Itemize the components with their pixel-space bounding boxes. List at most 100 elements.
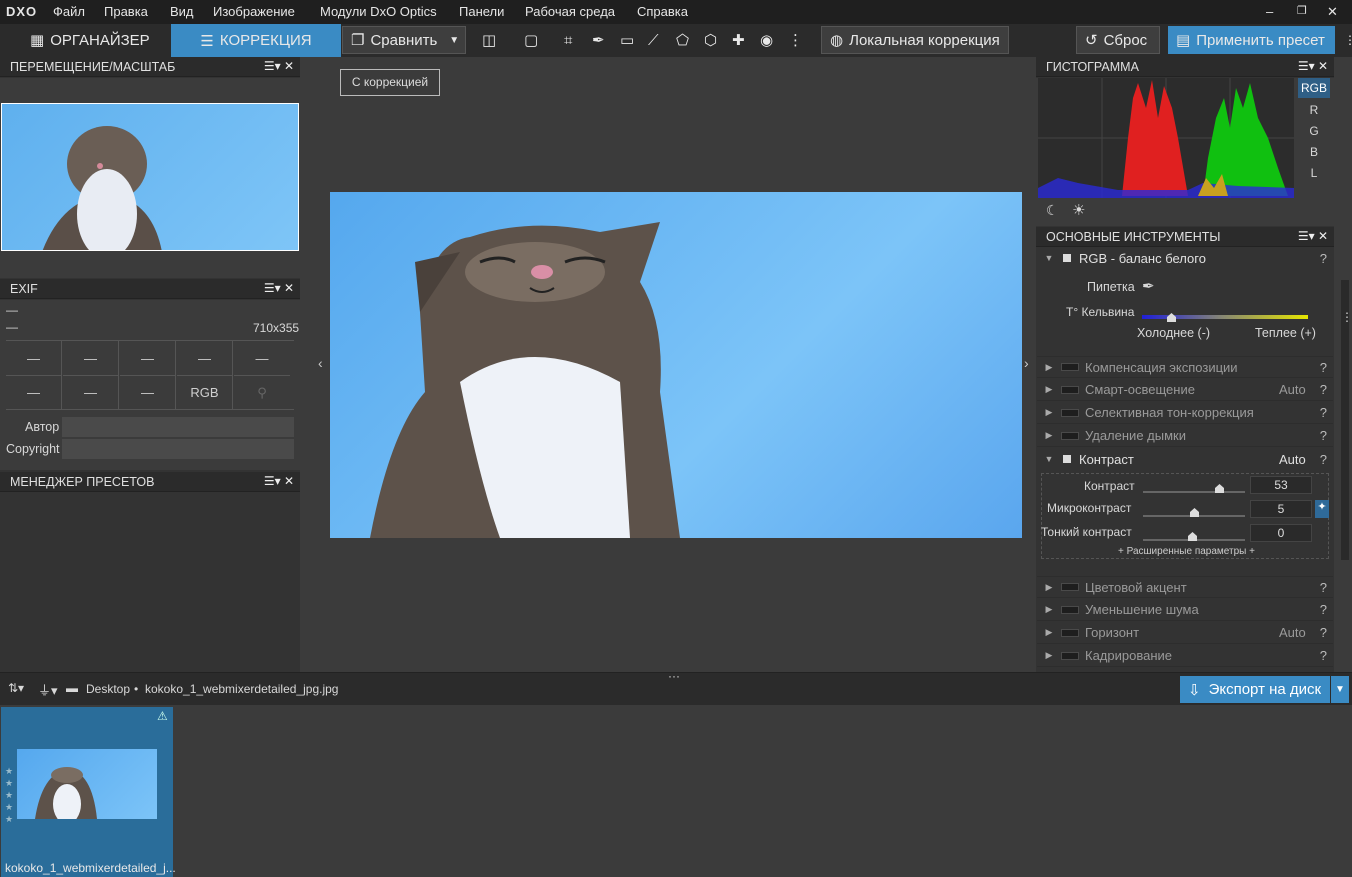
expand-right-icon[interactable]: ▶ xyxy=(1041,582,1057,593)
local-correction-button[interactable]: ◍ Локальная коррекция xyxy=(821,26,1009,54)
expand-down-icon[interactable]: ▼ xyxy=(1041,253,1057,263)
expand-right-icon[interactable]: ▶ xyxy=(1041,604,1057,615)
author-field[interactable] xyxy=(62,417,294,437)
sun-icon[interactable]: ☀ xyxy=(1072,201,1085,219)
panel-controls-icon[interactable]: ☰▾ ✕ xyxy=(264,474,294,488)
expand-right-icon[interactable]: ▶ xyxy=(1041,362,1057,373)
contrast-slider[interactable] xyxy=(1143,491,1245,493)
menu-panels[interactable]: Панели xyxy=(459,4,504,19)
main-photo[interactable] xyxy=(330,192,1022,538)
expand-right-icon[interactable]: ▶ xyxy=(1041,650,1057,661)
apply-preset-button[interactable]: ▤ Применить пресет xyxy=(1168,26,1335,54)
help-icon[interactable]: ? xyxy=(1320,382,1327,397)
restore-icon[interactable]: ❐ xyxy=(1297,4,1307,17)
more-icon[interactable]: ⋮ xyxy=(1336,26,1352,54)
expand-right-icon[interactable]: ▶ xyxy=(1041,384,1057,395)
image-viewer[interactable]: С коррекцией ‹ › xyxy=(302,57,1034,672)
tool-toggle[interactable] xyxy=(1061,363,1079,371)
exposure-row[interactable]: ▶ Компенсация экспозиции ? xyxy=(1037,356,1333,378)
perspective-rect-icon[interactable]: ⬠ xyxy=(668,26,697,54)
filter-icon[interactable]: ⏚▾ xyxy=(38,680,58,699)
organizer-tab[interactable]: ▦ ОРГАНАЙЗЕР xyxy=(22,26,158,54)
help-icon[interactable]: ? xyxy=(1320,251,1327,266)
dehaze-row[interactable]: ▶ Удаление дымки ? xyxy=(1037,425,1333,447)
color-accent-row[interactable]: ▶ Цветовой акцент ? xyxy=(1037,576,1333,598)
reset-button[interactable]: ↺ Сброс xyxy=(1076,26,1160,54)
help-icon[interactable]: ? xyxy=(1320,405,1327,420)
copyright-field[interactable] xyxy=(62,439,294,459)
channel-g[interactable]: G xyxy=(1298,121,1330,141)
help-icon[interactable]: ? xyxy=(1320,452,1327,467)
perspective-8pt-icon[interactable]: ⬡ xyxy=(696,26,725,54)
expand-right-icon[interactable]: ▶ xyxy=(1041,627,1057,638)
auto-wand-icon[interactable]: ✦ xyxy=(1315,500,1329,518)
eyedropper-icon[interactable]: ✒ xyxy=(1142,277,1155,295)
navigator-thumbnail[interactable] xyxy=(1,103,299,251)
help-icon[interactable]: ? xyxy=(1320,580,1327,595)
red-eye-icon[interactable]: ◉ xyxy=(752,26,781,54)
menu-edit[interactable]: Правка xyxy=(104,4,148,19)
contrast-value[interactable]: 53 xyxy=(1250,476,1312,494)
tool-toggle[interactable] xyxy=(1061,431,1079,440)
tool-auto[interactable]: Auto xyxy=(1279,382,1306,397)
collapse-left-icon[interactable]: ‹ xyxy=(318,355,323,371)
perspective-icon[interactable]: ⟋ xyxy=(640,26,667,54)
guides-icon[interactable]: ⋮ xyxy=(780,26,811,54)
contrast-auto[interactable]: Auto xyxy=(1279,452,1306,467)
crop-icon[interactable]: ⌗ xyxy=(556,26,580,54)
tool-toggle[interactable] xyxy=(1061,628,1079,637)
panel-controls-icon[interactable]: ☰▾ ✕ xyxy=(1298,59,1328,73)
tool-toggle[interactable] xyxy=(1061,385,1079,394)
correction-tab[interactable]: ☰ КОРРЕКЦИЯ xyxy=(171,24,341,57)
resize-handle-icon[interactable]: ··· xyxy=(668,669,680,683)
film-thumbnail[interactable]: ⚠ ★ ★ ★ ★ ★ kokoko_1_webmixerdetailed_j... xyxy=(1,707,176,877)
rating-stars-icon[interactable]: ★ ★ ★ ★ ★ xyxy=(5,765,13,825)
smart-lighting-row[interactable]: ▶ Смарт-освещение Auto ? xyxy=(1037,379,1333,401)
selective-tone-row[interactable]: ▶ Селективная тон-коррекция ? xyxy=(1037,402,1333,424)
menu-help[interactable]: Справка xyxy=(637,4,688,19)
path-file[interactable]: kokoko_1_webmixerdetailed_jpg.jpg xyxy=(145,682,338,696)
eyedropper-icon[interactable]: ✒ xyxy=(584,26,613,54)
expand-down-icon[interactable]: ▼ xyxy=(1041,454,1057,464)
horizon-icon[interactable]: ▭ xyxy=(612,26,642,54)
contrast-toggle[interactable] xyxy=(1063,455,1071,463)
tool-auto[interactable]: Auto xyxy=(1279,625,1306,640)
tool-toggle[interactable] xyxy=(1061,583,1079,591)
minimize-icon[interactable]: – xyxy=(1266,4,1273,19)
help-icon[interactable]: ? xyxy=(1320,602,1327,617)
channel-b[interactable]: B xyxy=(1298,142,1330,162)
tool-toggle[interactable] xyxy=(1061,408,1079,417)
menu-view[interactable]: Вид xyxy=(170,4,194,19)
compare-button[interactable]: ❐ Сравнить ▼ xyxy=(342,26,466,54)
close-icon[interactable]: ✕ xyxy=(1327,4,1338,20)
wb-row[interactable]: ▼ RGB - баланс белого ? xyxy=(1037,247,1333,269)
channel-r[interactable]: R xyxy=(1298,100,1330,120)
expand-right-icon[interactable]: ▶ xyxy=(1041,430,1057,441)
noise-row[interactable]: ▶ Уменьшение шума ? xyxy=(1037,599,1333,621)
contrast-row[interactable]: ▼ Контраст Auto ? xyxy=(1037,448,1333,470)
menu-modules[interactable]: Модули DxO Optics xyxy=(320,4,437,19)
fullscreen-icon[interactable]: ▢ xyxy=(516,26,546,54)
menu-file[interactable]: Файл xyxy=(53,4,85,19)
collapse-right-icon[interactable]: › xyxy=(1024,355,1029,371)
expand-right-icon[interactable]: ▶ xyxy=(1041,407,1057,418)
sort-icon[interactable]: ⇅▾ xyxy=(8,681,24,695)
path-folder[interactable]: Desktop xyxy=(86,682,130,696)
fine-contrast-value[interactable]: 0 xyxy=(1250,524,1312,542)
tool-toggle[interactable] xyxy=(1061,651,1079,660)
kelvin-slider[interactable] xyxy=(1142,315,1308,319)
export-dropdown-icon[interactable]: ▼ xyxy=(1331,676,1349,703)
help-icon[interactable]: ? xyxy=(1320,648,1327,663)
channel-l[interactable]: L xyxy=(1298,163,1330,183)
moon-icon[interactable]: ☾ xyxy=(1046,202,1059,219)
menu-workspace[interactable]: Рабочая среда xyxy=(525,4,615,19)
advanced-params-link[interactable]: + Расширенные параметры + xyxy=(1118,546,1255,557)
wb-toggle[interactable] xyxy=(1063,254,1071,262)
crop-row[interactable]: ▶ Кадрирование ? xyxy=(1037,645,1333,667)
split-view-icon[interactable]: ◫ xyxy=(474,26,504,54)
repair-icon[interactable]: ✚ xyxy=(724,26,753,54)
panel-controls-icon[interactable]: ☰▾ ✕ xyxy=(264,281,294,295)
more-icon[interactable]: ⋮ xyxy=(1341,310,1352,324)
panel-controls-icon[interactable]: ☰▾ ✕ xyxy=(1298,229,1328,243)
help-icon[interactable]: ? xyxy=(1320,625,1327,640)
